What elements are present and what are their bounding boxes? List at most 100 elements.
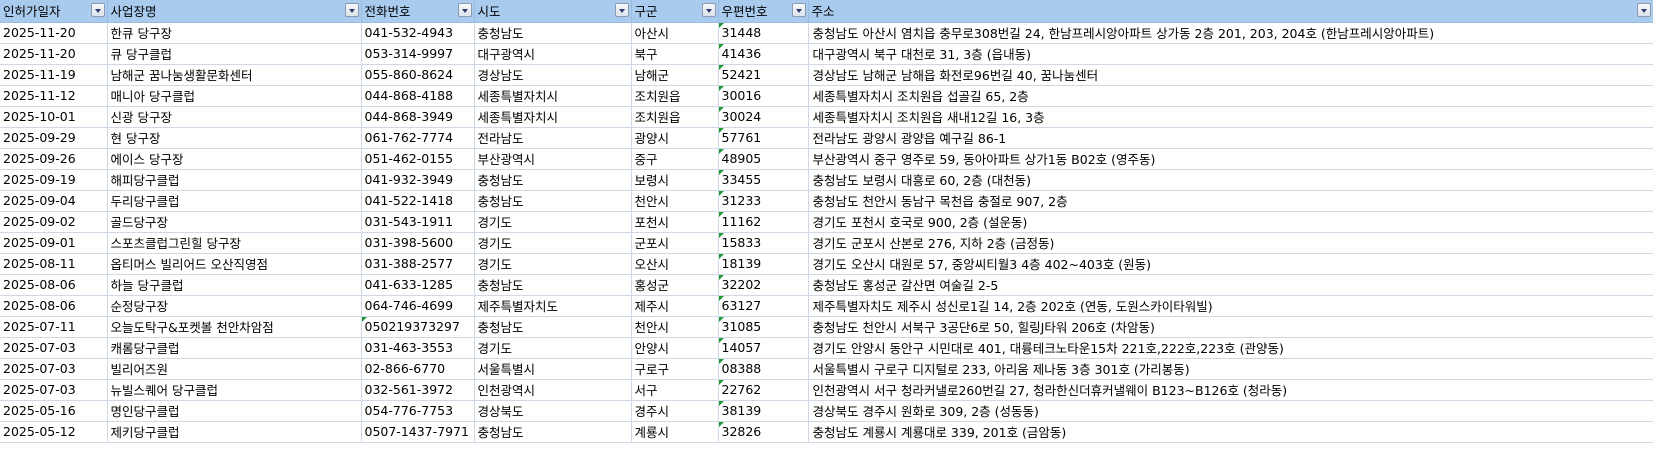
- cell-gugun[interactable]: 조치원읍: [631, 106, 719, 128]
- cell-sido[interactable]: 전라남도: [474, 127, 632, 149]
- cell-gugun[interactable]: 천안시: [631, 316, 719, 338]
- cell-sido[interactable]: 경상북도: [474, 400, 632, 422]
- cell-zip[interactable]: 30016: [718, 85, 809, 107]
- cell-gugun[interactable]: 조치원읍: [631, 85, 719, 107]
- cell-business-name[interactable]: 두리당구클럽: [107, 190, 362, 212]
- cell-business-name[interactable]: 매니아 당구클럽: [107, 85, 362, 107]
- cell-zip[interactable]: 11162: [718, 211, 809, 233]
- cell-address[interactable]: 충청남도 아산시 염치읍 충무로308번길 24, 한남프레시앙아파트 상가동 …: [808, 22, 1653, 44]
- cell-business-name[interactable]: 현 당구장: [107, 127, 362, 149]
- cell-gugun[interactable]: 천안시: [631, 190, 719, 212]
- filter-dropdown-icon[interactable]: [614, 3, 629, 17]
- filter-dropdown-icon[interactable]: [1636, 3, 1651, 17]
- cell-date[interactable]: 2025-09-29: [0, 127, 108, 149]
- cell-sido[interactable]: 충청남도: [474, 274, 632, 296]
- cell-sido[interactable]: 경기도: [474, 253, 632, 275]
- cell-date[interactable]: 2025-11-12: [0, 85, 108, 107]
- cell-date[interactable]: 2025-07-11: [0, 316, 108, 338]
- cell-zip[interactable]: 38139: [718, 400, 809, 422]
- cell-gugun[interactable]: 계룡시: [631, 421, 719, 443]
- cell-address[interactable]: 경상북도 경주시 원화로 309, 2층 (성동동): [808, 400, 1653, 422]
- cell-sido[interactable]: 인천광역시: [474, 379, 632, 401]
- cell-zip[interactable]: 22762: [718, 379, 809, 401]
- cell-business-name[interactable]: 큐 당구클럽: [107, 43, 362, 65]
- cell-date[interactable]: 2025-11-20: [0, 22, 108, 44]
- cell-business-name[interactable]: 빌리어즈원: [107, 358, 362, 380]
- cell-address[interactable]: 세종특별자치시 조치원읍 섭골길 65, 2층: [808, 85, 1653, 107]
- cell-business-name[interactable]: 하늘 당구클럽: [107, 274, 362, 296]
- cell-zip[interactable]: 30024: [718, 106, 809, 128]
- cell-business-name[interactable]: 제키당구클럽: [107, 421, 362, 443]
- cell-address[interactable]: 경기도 군포시 산본로 276, 지하 2층 (금정동): [808, 232, 1653, 254]
- cell-phone[interactable]: 044-868-4188: [361, 85, 475, 107]
- cell-sido[interactable]: 대구광역시: [474, 43, 632, 65]
- cell-date[interactable]: 2025-10-01: [0, 106, 108, 128]
- cell-date[interactable]: 2025-09-04: [0, 190, 108, 212]
- cell-sido[interactable]: 서울특별시: [474, 358, 632, 380]
- cell-business-name[interactable]: 오늘도탁구&포켓볼 천안차암점: [107, 316, 362, 338]
- cell-address[interactable]: 충청남도 천안시 서북구 3공단6로 50, 힐링J타워 206호 (차암동): [808, 316, 1653, 338]
- cell-phone[interactable]: 041-932-3949: [361, 169, 475, 191]
- cell-zip[interactable]: 63127: [718, 295, 809, 317]
- cell-zip[interactable]: 08388: [718, 358, 809, 380]
- cell-phone[interactable]: 031-398-5600: [361, 232, 475, 254]
- cell-business-name[interactable]: 옵티머스 빌리어드 오산직영점: [107, 253, 362, 275]
- cell-business-name[interactable]: 한큐 당구장: [107, 22, 362, 44]
- cell-gugun[interactable]: 홍성군: [631, 274, 719, 296]
- cell-gugun[interactable]: 중구: [631, 148, 719, 170]
- cell-phone[interactable]: 031-543-1911: [361, 211, 475, 233]
- cell-phone[interactable]: 053-314-9997: [361, 43, 475, 65]
- cell-zip[interactable]: 31233: [718, 190, 809, 212]
- cell-zip[interactable]: 41436: [718, 43, 809, 65]
- cell-sido[interactable]: 경기도: [474, 337, 632, 359]
- cell-date[interactable]: 2025-07-03: [0, 358, 108, 380]
- cell-gugun[interactable]: 아산시: [631, 22, 719, 44]
- cell-phone[interactable]: 054-776-7753: [361, 400, 475, 422]
- cell-gugun[interactable]: 군포시: [631, 232, 719, 254]
- cell-date[interactable]: 2025-08-11: [0, 253, 108, 275]
- cell-zip[interactable]: 31448: [718, 22, 809, 44]
- cell-zip[interactable]: 32826: [718, 421, 809, 443]
- cell-business-name[interactable]: 신광 당구장: [107, 106, 362, 128]
- cell-date[interactable]: 2025-09-26: [0, 148, 108, 170]
- cell-gugun[interactable]: 구로구: [631, 358, 719, 380]
- cell-gugun[interactable]: 보령시: [631, 169, 719, 191]
- cell-sido[interactable]: 세종특별자치시: [474, 85, 632, 107]
- cell-address[interactable]: 경기도 안양시 동안구 시민대로 401, 대륭테크노타운15차 221호,22…: [808, 337, 1653, 359]
- cell-sido[interactable]: 경기도: [474, 232, 632, 254]
- cell-business-name[interactable]: 스포츠클럽그린힐 당구장: [107, 232, 362, 254]
- cell-business-name[interactable]: 명인당구클럽: [107, 400, 362, 422]
- cell-phone[interactable]: 041-532-4943: [361, 22, 475, 44]
- cell-phone[interactable]: 061-762-7774: [361, 127, 475, 149]
- cell-business-name[interactable]: 남해군 꿈나눔생활문화센터: [107, 64, 362, 86]
- cell-sido[interactable]: 제주특별자치도: [474, 295, 632, 317]
- cell-phone[interactable]: 02-866-6770: [361, 358, 475, 380]
- cell-phone[interactable]: 041-522-1418: [361, 190, 475, 212]
- cell-phone[interactable]: 041-633-1285: [361, 274, 475, 296]
- cell-date[interactable]: 2025-07-03: [0, 337, 108, 359]
- cell-address[interactable]: 충청남도 천안시 동남구 목천읍 충절로 907, 2층: [808, 190, 1653, 212]
- cell-business-name[interactable]: 골드당구장: [107, 211, 362, 233]
- filter-dropdown-icon[interactable]: [344, 3, 359, 17]
- cell-phone[interactable]: 031-388-2577: [361, 253, 475, 275]
- cell-sido[interactable]: 경기도: [474, 211, 632, 233]
- cell-address[interactable]: 충청남도 계룡시 계룡대로 339, 201호 (금암동): [808, 421, 1653, 443]
- cell-gugun[interactable]: 남해군: [631, 64, 719, 86]
- cell-address[interactable]: 경기도 포천시 호국로 900, 2층 (설운동): [808, 211, 1653, 233]
- cell-business-name[interactable]: 에이스 당구장: [107, 148, 362, 170]
- filter-dropdown-icon[interactable]: [90, 3, 105, 17]
- cell-phone[interactable]: 044-868-3949: [361, 106, 475, 128]
- cell-phone[interactable]: 0507-1437-7971: [361, 421, 475, 443]
- cell-gugun[interactable]: 광양시: [631, 127, 719, 149]
- cell-address[interactable]: 충청남도 보령시 대흥로 60, 2층 (대천동): [808, 169, 1653, 191]
- cell-zip[interactable]: 32202: [718, 274, 809, 296]
- cell-phone[interactable]: 055-860-8624: [361, 64, 475, 86]
- cell-gugun[interactable]: 경주시: [631, 400, 719, 422]
- cell-sido[interactable]: 세종특별자치시: [474, 106, 632, 128]
- cell-gugun[interactable]: 북구: [631, 43, 719, 65]
- cell-zip[interactable]: 18139: [718, 253, 809, 275]
- cell-business-name[interactable]: 순정당구장: [107, 295, 362, 317]
- cell-sido[interactable]: 충청남도: [474, 22, 632, 44]
- cell-address[interactable]: 제주특별자치도 제주시 성신로1길 14, 2층 202호 (연동, 도원스카이…: [808, 295, 1653, 317]
- cell-address[interactable]: 세종특별자치시 조치원읍 새내12길 16, 3층: [808, 106, 1653, 128]
